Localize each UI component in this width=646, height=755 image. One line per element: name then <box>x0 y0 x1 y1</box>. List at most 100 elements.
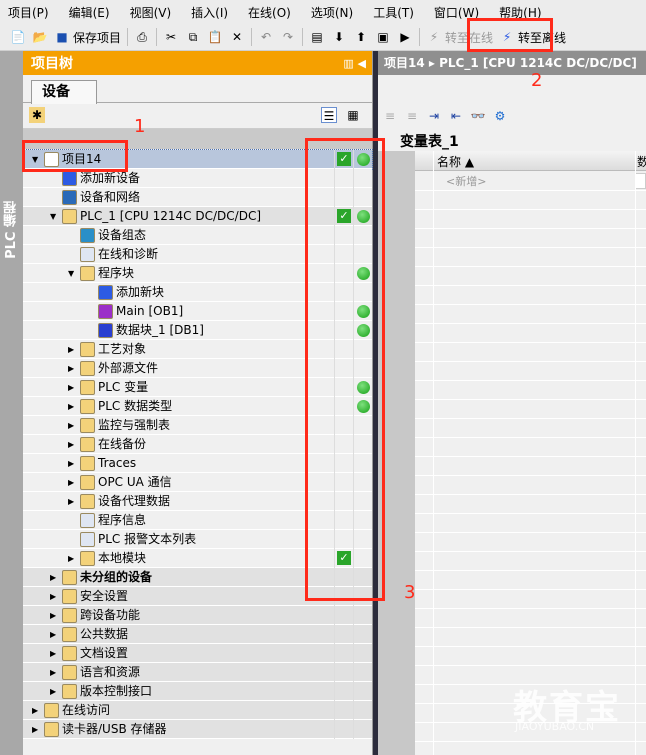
delete-icon[interactable]: ✕ <box>229 29 245 45</box>
tree-item[interactable]: ▶ 未分组的设备 <box>23 568 372 587</box>
cut-icon[interactable]: ✂ <box>163 29 179 45</box>
collapse-arrow-icon[interactable]: ▶ <box>68 397 74 416</box>
collapse-arrow-icon[interactable]: ▶ <box>68 416 74 435</box>
tree-item[interactable]: 在线和诊断 <box>23 245 372 264</box>
collapse-arrow-icon[interactable]: ▶ <box>50 682 56 701</box>
collapse-panel-icon[interactable]: ▥ ◀ <box>343 57 366 70</box>
menu-item[interactable]: 项目(P) <box>8 4 49 21</box>
tree-item[interactable]: ▶ 本地模块 ✓ <box>23 549 372 568</box>
menu-item[interactable]: 帮助(H) <box>499 4 541 21</box>
expand-arrow-icon[interactable]: ▼ <box>32 150 38 169</box>
settings-icon[interactable]: ⚙ <box>492 108 508 124</box>
download-icon[interactable]: ⬇ <box>331 29 347 45</box>
print-icon[interactable]: ⎙ <box>134 29 150 45</box>
folder-icon <box>44 722 59 737</box>
runtime-icon[interactable]: ▶ <box>397 29 413 45</box>
upload-icon[interactable]: ⬆ <box>353 29 369 45</box>
type-cell[interactable] <box>635 173 646 189</box>
compile-icon[interactable]: ▤ <box>309 29 325 45</box>
new-row-cell[interactable]: <新增> <box>446 173 486 189</box>
menu-item[interactable]: 工具(T) <box>373 4 414 21</box>
tree-item[interactable]: PLC 报警文本列表 <box>23 530 372 549</box>
tree-item[interactable]: 添加新块 <box>23 283 372 302</box>
column-name-header[interactable]: 名称 ▲ <box>437 153 474 170</box>
tree-item[interactable]: 设备组态 <box>23 226 372 245</box>
collapse-arrow-icon[interactable]: ▶ <box>50 606 56 625</box>
menu-item[interactable]: 编辑(E) <box>69 4 110 21</box>
grid-line <box>415 437 646 438</box>
tree-item[interactable]: ▶ 语言和资源 <box>23 663 372 682</box>
breadcrumb-plc[interactable]: PLC_1 [CPU 1214C DC/DC/DC] <box>439 56 637 70</box>
collapse-arrow-icon[interactable]: ▶ <box>68 549 74 568</box>
expand-arrow-icon[interactable]: ▼ <box>50 207 56 226</box>
tree-item[interactable]: ▶ PLC 变量 <box>23 378 372 397</box>
redo-icon[interactable]: ↷ <box>280 29 296 45</box>
copy-icon[interactable]: ⧉ <box>185 29 201 45</box>
go-online-button[interactable]: ⚡ 转至在线 <box>426 27 493 47</box>
collapse-arrow-icon[interactable]: ▶ <box>68 454 74 473</box>
tree-item[interactable]: ▶ 监控与强制表 <box>23 416 372 435</box>
menu-item[interactable]: 选项(N) <box>311 4 353 21</box>
go-offline-button[interactable]: ⚡ 转至离线 <box>499 27 566 47</box>
simulation-icon[interactable]: ▣ <box>375 29 391 45</box>
menu-item[interactable]: 在线(O) <box>248 4 291 21</box>
tree-item[interactable]: ▶ 跨设备功能 <box>23 606 372 625</box>
expand-arrow-icon[interactable]: ▼ <box>68 264 74 283</box>
tree-item[interactable]: Main [OB1] <box>23 302 372 321</box>
menu-item[interactable]: 窗口(W) <box>434 4 479 21</box>
tree-item[interactable]: ▶ 公共数据 <box>23 625 372 644</box>
tree-item[interactable]: 添加新设备 <box>23 169 372 188</box>
list-view-icon[interactable]: ☰ <box>321 107 337 123</box>
breadcrumb-project[interactable]: 项目14 <box>384 56 425 70</box>
compile-status-cell <box>334 701 353 720</box>
side-strip-label[interactable]: PLC 编程 <box>2 201 21 259</box>
menu-item[interactable]: 插入(I) <box>191 4 228 21</box>
collapse-arrow-icon[interactable]: ▶ <box>50 568 56 587</box>
collapse-arrow-icon[interactable]: ▶ <box>68 435 74 454</box>
collapse-arrow-icon[interactable]: ▶ <box>68 492 74 511</box>
export-icon[interactable]: ⇥ <box>426 108 442 124</box>
insert-row-icon[interactable]: ≡ <box>382 108 398 124</box>
new-project-icon[interactable]: 📄 <box>10 29 26 45</box>
collapse-arrow-icon[interactable]: ▶ <box>50 587 56 606</box>
undo-icon[interactable]: ↶ <box>258 29 274 45</box>
collapse-arrow-icon[interactable]: ▶ <box>32 701 38 720</box>
collapse-arrow-icon[interactable]: ▶ <box>50 625 56 644</box>
tree-item[interactable]: ▼ 项目14 ✓ <box>22 149 373 170</box>
collapse-arrow-icon[interactable]: ▶ <box>50 644 56 663</box>
tree-item[interactable]: ▶ 工艺对象 <box>23 340 372 359</box>
tab-devices[interactable]: 设备 <box>31 80 97 104</box>
refresh-view-icon[interactable]: ▦ <box>345 107 361 123</box>
tree-item[interactable]: ▶ 文档设置 <box>23 644 372 663</box>
collapse-arrow-icon[interactable]: ▶ <box>68 359 74 378</box>
tree-item[interactable]: ▶ 设备代理数据 <box>23 492 372 511</box>
tree-item[interactable]: ▼ PLC_1 [CPU 1214C DC/DC/DC] ✓ <box>23 207 372 226</box>
tree-item[interactable]: ▶ 在线访问 <box>23 701 372 720</box>
tree-item[interactable]: ▶ 读卡器/USB 存储器 <box>23 720 372 739</box>
collapse-arrow-icon[interactable]: ▶ <box>68 340 74 359</box>
column-type-header[interactable]: 数 <box>637 153 646 170</box>
tree-item[interactable]: ▶ PLC 数据类型 <box>23 397 372 416</box>
tree-item[interactable]: ▼ 程序块 <box>23 264 372 283</box>
import-icon[interactable]: ⇤ <box>448 108 464 124</box>
collapse-arrow-icon[interactable]: ▶ <box>50 663 56 682</box>
tree-item[interactable]: ▶ 在线备份 <box>23 435 372 454</box>
menu-item[interactable]: 视图(V) <box>130 4 172 21</box>
monitor-icon[interactable]: 👓 <box>470 108 486 124</box>
tree-item[interactable]: ▶ Traces <box>23 454 372 473</box>
open-project-icon[interactable]: 📂 <box>32 29 48 45</box>
tree-item[interactable]: ▶ 安全设置 <box>23 587 372 606</box>
save-project-button[interactable]: ■ 保存项目 <box>54 27 121 47</box>
tree-item[interactable]: ▶ OPC UA 通信 <box>23 473 372 492</box>
collapse-arrow-icon[interactable]: ▶ <box>68 378 74 397</box>
add-row-icon[interactable]: ≡ <box>404 108 420 124</box>
add-device-icon[interactable]: ✱ <box>29 107 45 123</box>
tree-item[interactable]: 数据块_1 [DB1] <box>23 321 372 340</box>
collapse-arrow-icon[interactable]: ▶ <box>32 720 38 739</box>
paste-icon[interactable]: 📋 <box>207 29 223 45</box>
collapse-arrow-icon[interactable]: ▶ <box>68 473 74 492</box>
tree-item[interactable]: 程序信息 <box>23 511 372 530</box>
tree-item[interactable]: 设备和网络 <box>23 188 372 207</box>
tree-item[interactable]: ▶ 版本控制接口 <box>23 682 372 701</box>
tree-item[interactable]: ▶ 外部源文件 <box>23 359 372 378</box>
